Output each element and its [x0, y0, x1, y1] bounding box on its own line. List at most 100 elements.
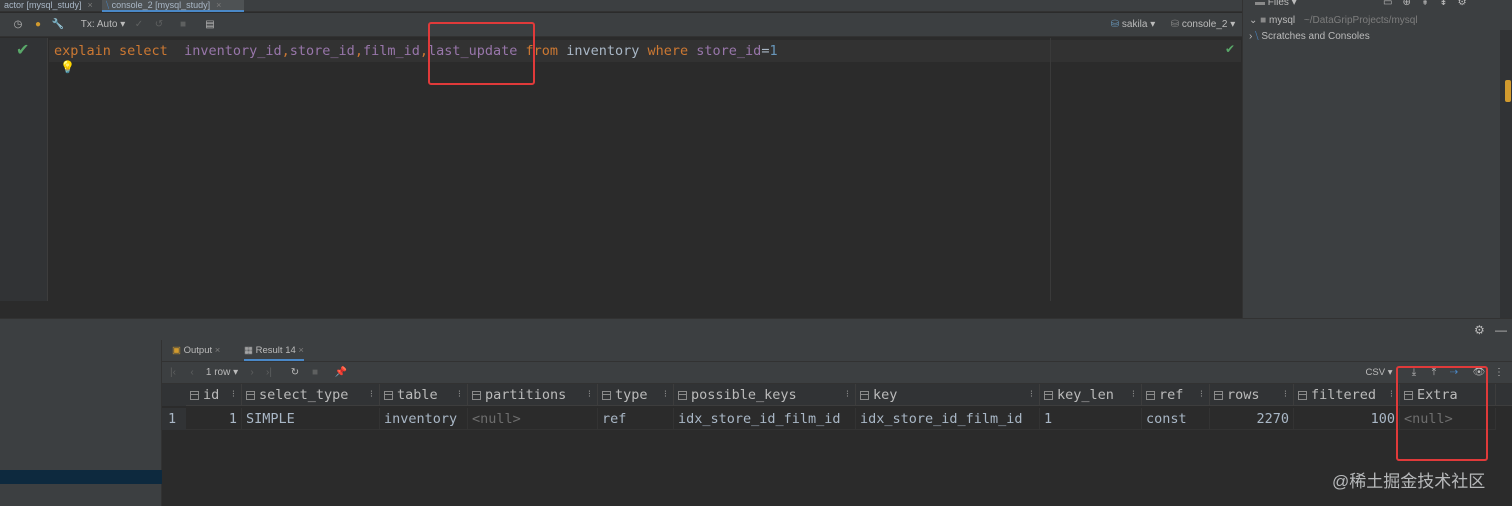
output-icon: ▣ — [172, 345, 181, 356]
tx-mode-label: Tx: Auto — [80, 19, 118, 30]
column-header-possible-keys[interactable]: possible_keys ⁝ — [674, 384, 856, 406]
wrench-icon[interactable]: 🔧 — [50, 17, 66, 33]
cell-table[interactable]: inventory — [380, 408, 468, 430]
cell-ref[interactable]: const — [1142, 408, 1210, 430]
sort-icon[interactable]: ⁝ — [1030, 384, 1033, 406]
more-icon[interactable]: ⋮ — [1492, 365, 1506, 381]
scratches-icon: ⧹ — [1255, 31, 1259, 42]
collapse-arrow-icon[interactable]: › — [1249, 31, 1252, 42]
history-icon[interactable]: ◷ — [10, 17, 26, 33]
close-icon[interactable]: × — [88, 0, 93, 10]
services-selected-row[interactable] — [0, 470, 162, 484]
close-icon[interactable]: × — [216, 0, 221, 10]
tree-item-project[interactable]: ⌄ ■ mysql ~/DataGripProjects/mysql — [1249, 14, 1418, 28]
column-header-key-len[interactable]: key_len ⁝ — [1040, 384, 1142, 406]
schema-selector[interactable]: ⛁ sakila ▾ — [1108, 17, 1158, 33]
tree-item-scratches[interactable]: › ⧹ Scratches and Consoles — [1249, 30, 1370, 44]
tab-output[interactable]: ▣ Output × — [172, 343, 220, 361]
cell-type[interactable]: ref — [598, 408, 674, 430]
column-header-key[interactable]: key ⁝ — [856, 384, 1040, 406]
column-header-type[interactable]: type ⁝ — [598, 384, 674, 406]
cell-key-len[interactable]: 1 — [1040, 408, 1142, 430]
panel-actions[interactable]: ▭⊕⇞⇟⚙ — [1383, 0, 1477, 10]
project-path: ~/DataGripProjects/mysql — [1303, 15, 1418, 26]
cell-select-type[interactable]: SIMPLE — [242, 408, 380, 430]
cell-rows[interactable]: 2270 — [1210, 408, 1294, 430]
column-header-partitions[interactable]: partitions ⁝ — [468, 384, 598, 406]
sort-icon[interactable]: ⁝ — [846, 384, 849, 406]
prev-page-icon[interactable]: ‹ — [186, 365, 198, 381]
tab-console-2[interactable]: ⧹ console_2 [mysql_study] × — [102, 0, 244, 12]
sql-token: store_id — [289, 43, 355, 59]
cell-id[interactable]: 1 — [186, 408, 242, 430]
first-page-icon[interactable]: |‹ — [166, 365, 180, 381]
sort-icon[interactable]: ⁝ — [664, 384, 667, 406]
cell-possible-keys[interactable]: idx_store_id_film_id — [674, 408, 856, 430]
cancel-query-icon[interactable]: ■ — [308, 365, 322, 381]
tab-result-14[interactable]: ▦ Result 14 × — [244, 343, 304, 361]
column-header-select-type[interactable]: select_type ⁝ — [242, 384, 380, 406]
expand-arrow-icon[interactable]: ⌄ — [1249, 15, 1257, 26]
column-header-filtered[interactable]: filtered ⁝ — [1294, 384, 1400, 406]
sort-icon[interactable]: ⁝ — [458, 384, 461, 406]
cell-partitions[interactable]: <null> — [468, 408, 598, 430]
sort-icon[interactable]: ⁝ — [588, 384, 591, 406]
sql-token: 1 — [769, 43, 778, 59]
pin-icon[interactable]: 📌 — [334, 365, 348, 381]
column-icon — [190, 391, 199, 400]
folder-icon: ■ — [1260, 15, 1267, 26]
sort-icon[interactable]: ⁝ — [1132, 384, 1135, 406]
result-tabs-bar: ▣ Output × ▦ Result 14 × — [162, 340, 1512, 362]
next-page-icon[interactable]: › — [246, 365, 258, 381]
column-header-ref[interactable]: ref ⁝ — [1142, 384, 1210, 406]
project-name: mysql — [1269, 15, 1296, 26]
files-panel-header[interactable]: ▬ Files ▾ — [1255, 0, 1297, 10]
row-count-dropdown[interactable]: 1 row ▾ — [202, 365, 242, 381]
minimize-icon[interactable]: — — [1495, 323, 1507, 337]
column-header-id[interactable]: id ⁝ — [186, 384, 242, 406]
session-selector[interactable]: ⛁ console_2 ▾ — [1168, 17, 1238, 33]
grid-icon: ▦ — [244, 345, 253, 356]
settings-gear-icon[interactable]: ⚙ — [1474, 323, 1485, 337]
stop-icon[interactable]: ■ — [176, 17, 190, 33]
sql-token: inventory_id — [184, 43, 282, 59]
column-header-rows[interactable]: rows ⁝ — [1210, 384, 1294, 406]
sql-code-line[interactable]: explain select inventory_id,store_id,fil… — [54, 41, 778, 61]
execution-success-icon: ✔ — [16, 42, 30, 59]
right-margin-guide — [1050, 38, 1051, 301]
lightbulb-icon[interactable]: 💡 — [60, 60, 75, 74]
sort-icon[interactable]: ⁝ — [1284, 384, 1287, 406]
right-side-strip — [1500, 30, 1512, 320]
last-page-icon[interactable]: ›| — [262, 365, 276, 381]
cell-filtered[interactable]: 100 — [1294, 408, 1400, 430]
sort-icon[interactable]: ⁝ — [1390, 384, 1393, 406]
sql-editor[interactable] — [49, 38, 1241, 301]
profile-icon[interactable]: ● — [30, 17, 46, 33]
tx-mode-dropdown[interactable]: Tx: Auto ▾ — [80, 17, 126, 33]
close-icon[interactable]: × — [215, 345, 221, 356]
sql-token: select — [119, 43, 168, 59]
commit-icon[interactable]: ✓ — [132, 17, 146, 33]
panel-divider[interactable] — [0, 318, 1512, 340]
cell-key[interactable]: idx_store_id_film_id — [856, 408, 1040, 430]
export-format-label: CSV — [1365, 367, 1386, 378]
sort-icon[interactable]: ⁝ — [1200, 384, 1203, 406]
refresh-icon[interactable]: ↻ — [288, 365, 302, 381]
rollback-icon[interactable]: ↺ — [152, 17, 166, 33]
tab-actor[interactable]: actor [mysql_study] × — [0, 0, 100, 12]
sort-icon[interactable]: ⁝ — [232, 384, 235, 406]
tab-label: Result 14 — [255, 345, 296, 356]
export-format-dropdown[interactable]: CSV ▾ — [1362, 365, 1396, 381]
close-icon[interactable]: × — [298, 345, 304, 356]
column-icon — [1146, 391, 1155, 400]
table-layout-icon[interactable]: ▤ — [202, 17, 218, 33]
inspection-ok-icon: ✔ — [1225, 42, 1236, 56]
sort-icon[interactable]: ⁝ — [370, 384, 373, 406]
schema-label: sakila — [1121, 19, 1148, 30]
column-header-label: rows — [1227, 387, 1260, 403]
column-header-table[interactable]: table ⁝ — [380, 384, 468, 406]
side-marker[interactable] — [1505, 80, 1511, 102]
editor-toolbar: ◷ ● 🔧 Tx: Auto ▾ ✓ ↺ ■ ▤ ⛁ sakila ▾ ⛁ co… — [0, 13, 1242, 37]
